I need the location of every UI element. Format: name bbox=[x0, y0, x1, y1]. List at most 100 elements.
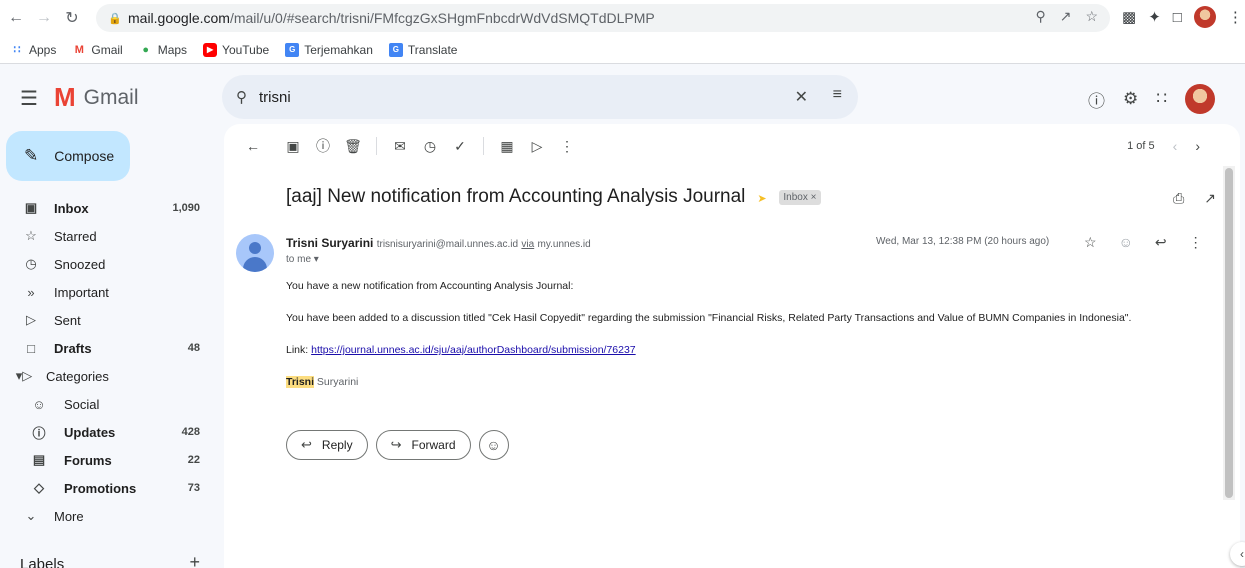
bookmark-youtube[interactable]: ▶ YouTube bbox=[203, 42, 269, 57]
zoom-icon[interactable]: ⚲ bbox=[1035, 8, 1045, 25]
sidebar-item-important[interactable]: » Important bbox=[0, 278, 216, 306]
recipient-details[interactable]: to me ▾ bbox=[286, 254, 319, 265]
labels-heading: Labels + bbox=[20, 552, 200, 568]
snooze-icon[interactable]: ◷ bbox=[415, 138, 445, 155]
bookmark-gmail[interactable]: M Gmail bbox=[72, 42, 123, 57]
add-task-icon[interactable]: ✓ bbox=[445, 138, 475, 155]
mark-unread-icon[interactable]: ✉ bbox=[385, 138, 415, 155]
important-icon: » bbox=[27, 284, 35, 300]
bookmark-maps[interactable]: ● Maps bbox=[139, 43, 187, 57]
forward-label: Forward bbox=[411, 438, 456, 452]
sidebar-item-social[interactable]: ☺ Social bbox=[0, 390, 216, 418]
extension-icon[interactable]: ✦ bbox=[1148, 8, 1161, 26]
settings-gear-icon[interactable]: ⚙ bbox=[1123, 89, 1138, 109]
star-message-icon[interactable]: ☆ bbox=[1084, 234, 1097, 251]
forward-button[interactable]: ↪ Forward bbox=[375, 430, 471, 460]
extensions-puzzle-icon[interactable]: ▩ bbox=[1122, 8, 1136, 26]
label-as-icon[interactable]: ▷ bbox=[522, 138, 552, 155]
sidebar-item-more[interactable]: ⌄ More bbox=[0, 502, 216, 530]
archive-icon[interactable]: ▣ bbox=[278, 138, 308, 155]
address-bar[interactable]: 🔒 mail.google.com/mail/u/0/#search/trisn… bbox=[96, 4, 1110, 32]
add-label-icon[interactable]: + bbox=[189, 552, 200, 568]
clear-search-icon[interactable]: ✕ bbox=[795, 87, 808, 107]
compose-button[interactable]: ✎ Compose bbox=[6, 131, 130, 181]
translate-icon: G bbox=[388, 42, 403, 57]
youtube-icon: ▶ bbox=[203, 42, 218, 57]
bookmark-apps[interactable]: ∷ Apps bbox=[10, 43, 57, 57]
delete-icon[interactable]: 🗑 bbox=[338, 138, 368, 155]
scrollbar-thumb[interactable] bbox=[1225, 168, 1233, 498]
sidebar-item-sent[interactable]: ▷ Sent bbox=[0, 306, 216, 334]
help-icon[interactable]: ⓘ bbox=[1088, 87, 1105, 112]
open-new-window-icon[interactable]: ↗ bbox=[1204, 190, 1216, 207]
bookmarks-bar: ∷ Apps M Gmail ● Maps ▶ YouTube G Terjem… bbox=[0, 36, 1245, 64]
back-arrow-icon[interactable]: ← bbox=[4, 6, 28, 30]
gmail-logo[interactable]: M Gmail bbox=[54, 82, 139, 113]
account-avatar[interactable] bbox=[1185, 84, 1216, 114]
message-subject: [aaj] New notification from Accounting A… bbox=[286, 186, 746, 207]
sidebar-item-drafts[interactable]: □ Drafts 48 bbox=[0, 334, 216, 362]
forward-arrow-icon[interactable]: → bbox=[32, 6, 56, 30]
side-panel-icon[interactable]: □ bbox=[1173, 9, 1182, 26]
search-input[interactable] bbox=[259, 88, 759, 106]
share-icon[interactable]: ↗ bbox=[1060, 8, 1072, 25]
message-toolbar: ← ▣ ⓘ 🗑 ✉ ◷ ✓ ▦ ▷ ⋮ bbox=[238, 136, 582, 156]
sidebar-item-categories[interactable]: ▾▷ Categories bbox=[0, 362, 216, 390]
sender-avatar bbox=[236, 234, 274, 272]
bookmark-translate[interactable]: G Translate bbox=[388, 42, 457, 57]
url-host: mail.google.com bbox=[128, 10, 230, 26]
sidebar-item-starred[interactable]: ☆ Starred bbox=[0, 222, 216, 250]
sidebar-item-label: More bbox=[54, 508, 84, 524]
back-to-list-icon[interactable]: ← bbox=[238, 138, 268, 154]
sidebar-item-updates[interactable]: ⓘ Updates 428 bbox=[0, 418, 216, 446]
sidebar-item-label: Social bbox=[64, 396, 100, 412]
clock-icon: ◷ bbox=[25, 256, 37, 271]
reply-arrow-icon: ↩ bbox=[301, 437, 312, 452]
sidebar-item-label: Promotions bbox=[64, 480, 137, 496]
sender-email: trisnisuryarini@mail.unnes.ac.id bbox=[376, 239, 519, 250]
main-menu-icon[interactable]: ☰ bbox=[20, 86, 38, 111]
via-link[interactable]: via bbox=[521, 239, 534, 250]
sidebar-nav: ▣ Inbox 1,090 ☆ Starred ◷ Snoozed » Impo… bbox=[0, 194, 216, 530]
subject-row: [aaj] New notification from Accounting A… bbox=[286, 186, 821, 208]
important-marker-icon[interactable]: ➤ bbox=[757, 192, 767, 205]
sender-name[interactable]: Trisni Suryarini bbox=[286, 236, 373, 250]
submission-link[interactable]: https://journal.unnes.ac.id/sju/aaj/auth… bbox=[311, 344, 636, 356]
browser-menu-icon[interactable]: ⋮ bbox=[1228, 8, 1243, 26]
move-to-icon[interactable]: ▦ bbox=[492, 138, 522, 155]
sidebar-item-inbox[interactable]: ▣ Inbox 1,090 bbox=[0, 194, 216, 222]
reply-button[interactable]: ↩ Reply bbox=[286, 430, 368, 460]
remove-tag-icon[interactable]: × bbox=[811, 192, 817, 203]
sidebar-item-forums[interactable]: ▤ Forums 22 bbox=[0, 446, 216, 474]
sidebar-item-label: Inbox bbox=[54, 200, 89, 216]
message-panel: ← ▣ ⓘ 🗑 ✉ ◷ ✓ ▦ ▷ ⋮ 1 of 5 ‹ › [aaj] New… bbox=[224, 124, 1240, 568]
search-icon[interactable]: ⚲ bbox=[236, 88, 247, 106]
forward-arrow-icon: ↪ bbox=[390, 437, 402, 452]
body-link-line: Link: https://journal.unnes.ac.id/sju/aa… bbox=[286, 344, 636, 356]
signature: Trisni Suryarini bbox=[286, 376, 358, 388]
more-options-icon[interactable]: ⋮ bbox=[552, 138, 582, 155]
search-options-icon[interactable]: ≡ bbox=[833, 86, 842, 104]
bookmark-star-icon[interactable]: ☆ bbox=[1085, 8, 1098, 25]
print-icon[interactable]: ⎙ bbox=[1173, 190, 1184, 207]
report-spam-icon[interactable]: ⓘ bbox=[308, 136, 338, 156]
emoji-button[interactable]: ☺ bbox=[478, 430, 509, 460]
sidebar-item-promotions[interactable]: ◇ Promotions 73 bbox=[0, 474, 216, 502]
google-apps-icon[interactable]: ∷ bbox=[1156, 89, 1167, 109]
sidebar-item-count: 1,090 bbox=[172, 202, 200, 214]
apps-grid-icon: ∷ bbox=[13, 44, 21, 56]
emoji-reaction-icon[interactable]: ☺ bbox=[1119, 234, 1133, 251]
sidebar-item-snoozed[interactable]: ◷ Snoozed bbox=[0, 250, 216, 278]
older-chevron-icon[interactable]: › bbox=[1195, 138, 1200, 154]
bookmark-label: Gmail bbox=[91, 42, 123, 57]
reply-icon[interactable]: ↩ bbox=[1155, 234, 1167, 251]
reload-icon[interactable]: ↻ bbox=[60, 6, 84, 30]
sidebar-item-label: Snoozed bbox=[54, 256, 106, 272]
bookmark-label: Terjemahkan bbox=[304, 42, 373, 57]
bookmark-terjemahkan[interactable]: G Terjemahkan bbox=[285, 42, 373, 57]
compose-label: Compose bbox=[54, 148, 115, 164]
browser-profile-avatar[interactable] bbox=[1193, 6, 1216, 28]
newer-chevron-icon[interactable]: ‹ bbox=[1173, 138, 1178, 154]
message-more-icon[interactable]: ⋮ bbox=[1189, 234, 1203, 251]
browser-toolbar: ← → ↻ 🔒 mail.google.com/mail/u/0/#search… bbox=[0, 0, 1245, 36]
